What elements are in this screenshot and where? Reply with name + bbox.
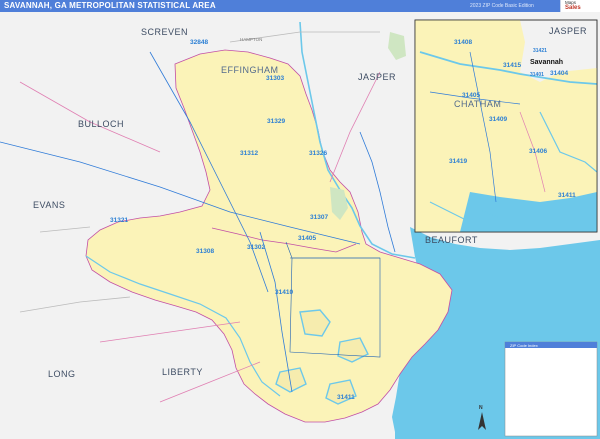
inset-zip-label: 31405 — [462, 92, 481, 99]
zip-label: 31321 — [110, 217, 129, 224]
county-label-bulloch: BULLOCH — [78, 119, 125, 129]
inset-zip-label: 31406 — [529, 148, 548, 155]
county-label-screven: SCREVEN — [141, 27, 189, 37]
publisher-logo: Maps Sales — [560, 0, 600, 12]
zip-label: 31312 — [240, 150, 259, 157]
zip-label: 31303 — [266, 75, 285, 82]
inset-city-label-savannah: Savannah — [530, 59, 564, 66]
map-frame: SAVANNAH, GA METROPOLITAN STATISTICAL AR… — [0, 0, 600, 439]
zip-label: 31307 — [310, 214, 329, 221]
edition-label: 2023 ZIP Code Basic Edition — [470, 3, 534, 9]
inset-zip-label: 31401 — [530, 72, 544, 78]
map-title: SAVANNAH, GA METROPOLITAN STATISTICAL AR… — [4, 1, 216, 10]
county-label-beaufort: BEAUFORT — [425, 235, 478, 245]
place-label-hampton: HAMPTON — [240, 37, 263, 42]
zip-label: 31302 — [247, 244, 266, 251]
county-label-liberty: LIBERTY — [162, 367, 203, 377]
county-label-jasper: JASPER — [358, 72, 397, 82]
zip-label: 31308 — [196, 248, 215, 255]
inset-zip-label: 31409 — [489, 116, 508, 123]
zip-label: 31326 — [309, 150, 328, 157]
inset-zip-label: 31404 — [550, 70, 569, 77]
labels-layer: SCREVEN BULLOCH EVANS JASPER LIBERTY LON… — [0, 12, 600, 439]
inset-county-label-chatham: CHATHAM — [454, 99, 502, 109]
publisher-logo-line2: Sales — [565, 5, 581, 11]
county-label-long: LONG — [48, 369, 76, 379]
county-label-evans: EVANS — [33, 200, 66, 210]
zip-label: 31405 — [298, 235, 317, 242]
inset-zip-label: 31421 — [533, 48, 547, 54]
inset-zip-label: 31415 — [503, 62, 522, 69]
county-label-effingham: EFFINGHAM — [221, 65, 279, 75]
inset-zip-label: 31411 — [558, 192, 576, 199]
zip-label: 31411 — [337, 394, 355, 401]
zip-label: 31410 — [275, 289, 294, 296]
inset-zip-label: 31419 — [449, 158, 468, 165]
compass-label: N — [479, 405, 483, 411]
legend-title: ZIP Code Index — [510, 343, 538, 348]
zip-label: 31329 — [267, 118, 286, 125]
zip-label: 32848 — [190, 39, 209, 46]
inset-zip-label: 31408 — [454, 39, 473, 46]
title-bar: SAVANNAH, GA METROPOLITAN STATISTICAL AR… — [0, 0, 600, 12]
inset-county-label-jasper: JASPER — [549, 26, 588, 36]
